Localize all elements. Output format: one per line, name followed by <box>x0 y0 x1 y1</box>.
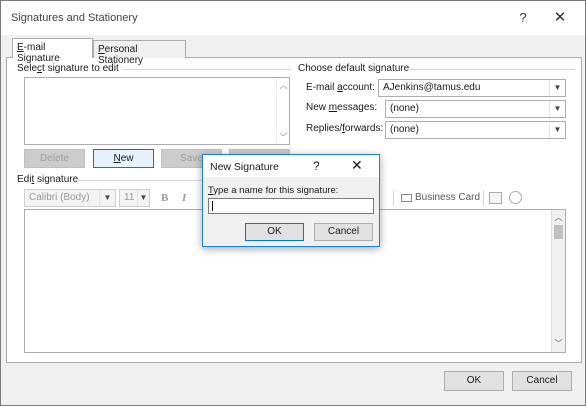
choose-default-label: Choose default signature <box>298 63 410 74</box>
signature-list[interactable]: ︿ ﹀ <box>24 77 290 145</box>
newmsg-label-hotkey: m <box>328 102 338 113</box>
replies-label-post: orwards: <box>344 123 384 134</box>
text-caret <box>212 201 213 211</box>
scroll-up-icon[interactable]: ︿ <box>552 212 565 223</box>
scroll-up-icon[interactable]: ︿ <box>277 80 290 91</box>
replies-forwards-label: Replies/forwards: <box>306 123 383 134</box>
font-value: Calibri (Body) <box>29 192 90 203</box>
delete-button[interactable]: Delete <box>24 149 85 168</box>
font-size-value: 11 <box>124 192 135 203</box>
edit-signature-label: Edit signature <box>17 174 78 185</box>
section-divider <box>408 69 575 70</box>
dialog-title: New Signature <box>210 161 279 173</box>
chevron-down-icon[interactable]: ▼ <box>137 190 149 206</box>
tab-personal-stationery[interactable]: Personal Stationery <box>93 40 186 66</box>
toolbar-separator <box>393 190 394 206</box>
newmsg-label-pre: New <box>306 102 329 113</box>
select-label-pre: Sele <box>17 63 38 74</box>
chevron-down-icon[interactable]: ▼ <box>99 190 115 206</box>
email-account-value: AJenkins@tamus.edu <box>383 82 481 93</box>
newmsg-label-post: essages: <box>337 102 378 113</box>
ok-button[interactable]: OK <box>444 371 504 391</box>
dialog-title-bar: New Signature ? ✕ <box>203 155 379 177</box>
scroll-down-icon[interactable]: ﹀ <box>277 132 290 143</box>
edit-label-pre: Edi <box>17 174 32 185</box>
dialog-close-button[interactable]: ✕ <box>351 157 363 174</box>
select-signature-label: Select signature to edit <box>17 63 119 74</box>
tab-email-hotkey: E <box>17 42 24 53</box>
tab-email-label: -mail Signature <box>17 42 60 64</box>
bold-button[interactable]: B <box>161 192 168 204</box>
chevron-down-icon[interactable]: ▼ <box>549 80 565 96</box>
dialog-cancel-button[interactable]: Cancel <box>314 223 373 241</box>
cancel-button[interactable]: Cancel <box>512 371 572 391</box>
title-bar: Signatures and Stationery ? ✕ <box>1 1 585 35</box>
dialog-help-button[interactable]: ? <box>313 159 320 173</box>
close-button[interactable]: ✕ <box>545 8 575 26</box>
new-button-hotkey: N <box>113 153 121 164</box>
window-title: Signatures and Stationery <box>11 12 138 24</box>
account-label-pre: E-mail <box>306 82 338 93</box>
select-label-post: t signature to edit <box>42 63 119 74</box>
edit-label-post: signature <box>34 174 79 185</box>
signature-list-scrollbar[interactable]: ︿ ﹀ <box>276 78 289 144</box>
replies-forwards-select[interactable]: (none) ▼ <box>385 121 566 139</box>
section-divider <box>123 69 291 70</box>
scrollbar-thumb[interactable] <box>554 225 563 239</box>
new-messages-value: (none) <box>390 103 419 114</box>
chevron-down-icon[interactable]: ▼ <box>549 122 565 138</box>
replies-forwards-value: (none) <box>390 124 419 135</box>
new-messages-label: New messages: <box>306 102 377 113</box>
chevron-down-icon[interactable]: ▼ <box>549 101 565 117</box>
account-label-post: ccount: <box>342 82 375 93</box>
italic-button[interactable]: I <box>182 192 186 204</box>
dialog-ok-button[interactable]: OK <box>245 223 304 241</box>
toolbar-separator <box>483 190 484 206</box>
editor-scrollbar[interactable]: ︿ ﹀ <box>551 210 565 352</box>
scroll-down-icon[interactable]: ﹀ <box>552 338 565 349</box>
email-account-select[interactable]: AJenkins@tamus.edu ▼ <box>378 79 566 97</box>
signature-name-prompt: Type a name for this signature: <box>208 185 338 196</box>
new-button-label: ew <box>120 153 134 164</box>
new-button[interactable]: New <box>93 149 154 168</box>
tab-email-signature[interactable]: E-mail Signature <box>12 38 93 64</box>
help-button[interactable]: ? <box>508 10 538 25</box>
hyperlink-icon[interactable] <box>509 191 522 204</box>
signature-name-input[interactable] <box>208 198 374 214</box>
tab-stationery-hotkey: P <box>98 44 105 55</box>
business-card-button[interactable]: Business Card <box>415 192 480 203</box>
section-divider <box>77 180 204 181</box>
new-signature-dialog: New Signature ? ✕ Type a name for this s… <box>202 154 380 247</box>
prompt-text: ype a name for this signature: <box>213 185 339 196</box>
font-size-select[interactable]: 11 ▼ <box>119 189 150 207</box>
email-account-label: E-mail account: <box>306 82 375 93</box>
insert-picture-icon[interactable] <box>489 192 502 204</box>
business-card-icon <box>401 194 412 202</box>
font-select[interactable]: Calibri (Body) ▼ <box>24 189 116 207</box>
new-messages-select[interactable]: (none) ▼ <box>385 100 566 118</box>
replies-label-pre: Replies/ <box>306 123 343 134</box>
